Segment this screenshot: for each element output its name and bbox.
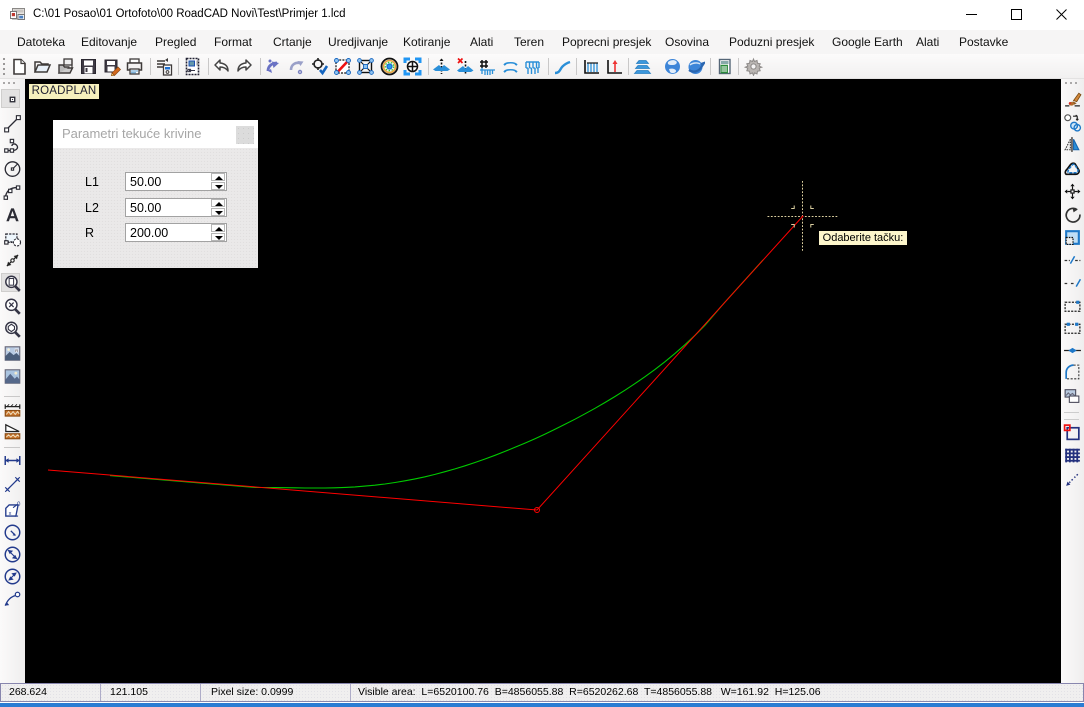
svg-text:R: R <box>15 348 18 353</box>
svg-text:0: 0 <box>17 501 21 508</box>
svg-text:x: x <box>9 510 12 516</box>
